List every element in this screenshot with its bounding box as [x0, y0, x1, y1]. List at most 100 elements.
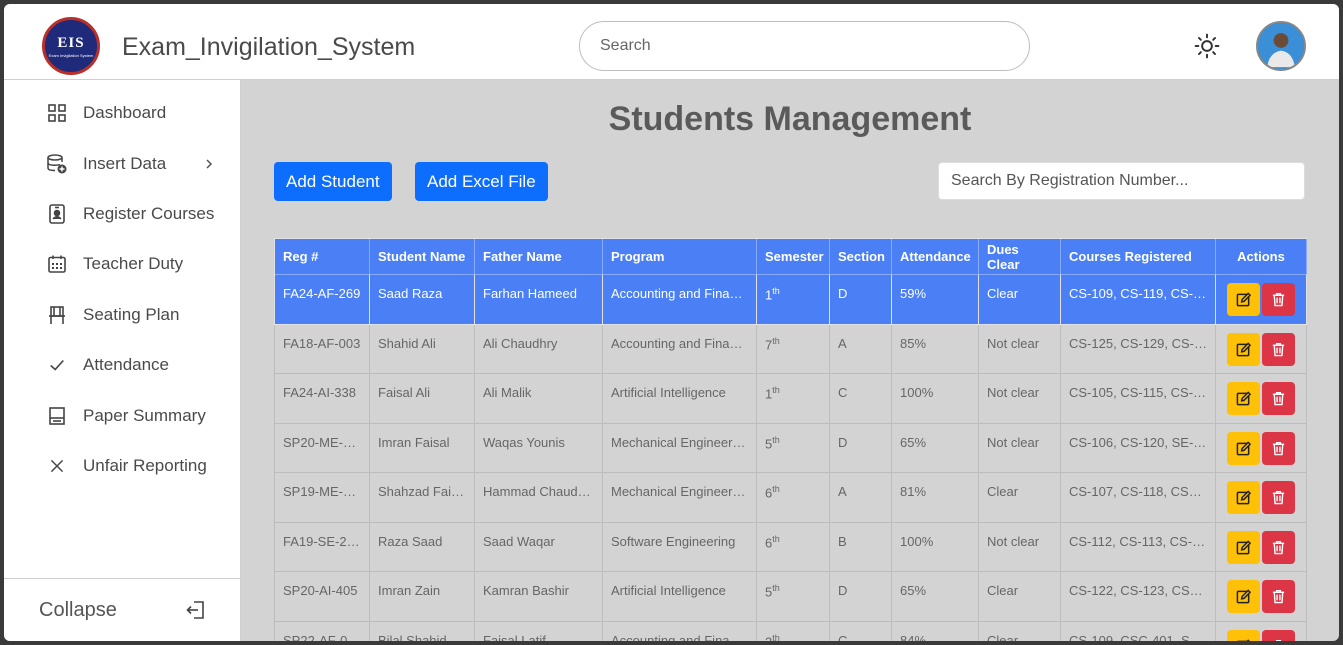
- cell-section: D: [829, 571, 892, 622]
- sidebar-item-insert-data[interactable]: Insert Data: [4, 144, 241, 184]
- calendar-icon: [46, 253, 68, 275]
- global-search-input[interactable]: [579, 21, 1030, 71]
- cell-dues: Clear: [978, 571, 1061, 622]
- cell-actions: [1215, 323, 1307, 374]
- semester-suffix: th: [772, 583, 780, 593]
- cell-section: B: [829, 521, 892, 572]
- sidebar-item-dashboard[interactable]: Dashboard: [4, 93, 241, 133]
- sidebar-item-attendance[interactable]: Attendance: [4, 345, 241, 385]
- sidebar-item-label: Seating Plan: [83, 305, 180, 324]
- trash-icon: [1275, 639, 1282, 641]
- add-student-button[interactable]: Add Student: [274, 162, 392, 201]
- user-avatar[interactable]: [1256, 21, 1306, 71]
- edit-icon: [1236, 539, 1251, 554]
- cell-courses: CS-109, CSC-401, SE-2...: [1060, 620, 1216, 641]
- edit-button[interactable]: [1227, 530, 1260, 564]
- chevron-right-icon: [204, 157, 214, 172]
- delete-button[interactable]: [1262, 431, 1295, 465]
- cell-name: Shahzad Faisal: [369, 472, 475, 523]
- table-row[interactable]: SP20-AI-405 Imran Zain Kamran Bashir Artifi…: [274, 571, 1307, 622]
- cell-program: Mechanical Engineering: [602, 472, 757, 523]
- table-row[interactable]: SP20-ME-122 Imran Faisal Waqas Younis Mecha…: [274, 422, 1307, 473]
- cell-courses: CS-109, CS-119, CS-12...: [1060, 274, 1216, 325]
- cell-attendance: 65%: [891, 422, 979, 473]
- table-row[interactable]: FA19-SE-223 Raza Saad Saad Waqar Software E…: [274, 521, 1307, 572]
- delete-button[interactable]: [1262, 481, 1295, 514]
- trash-icon: [1272, 391, 1285, 406]
- edit-button[interactable]: [1227, 382, 1260, 415]
- cell-program: Artificial Intelligence: [602, 373, 757, 424]
- cell-father: Faisal Latif: [474, 620, 603, 641]
- column-header: Father Name: [474, 238, 603, 275]
- delete-button[interactable]: [1262, 332, 1295, 366]
- sun-icon[interactable]: [1194, 33, 1220, 59]
- cell-reg: SP22-AF-088: [274, 620, 370, 641]
- table-row[interactable]: FA18-AF-003 Shahid Ali Ali Chaudhry Account…: [274, 323, 1307, 374]
- sidebar-item-seating-plan[interactable]: Seating Plan: [4, 295, 241, 335]
- cell-actions: [1215, 571, 1307, 622]
- cell-program: Mechanical Engineering: [602, 422, 757, 473]
- cell-sem: 6th: [756, 472, 830, 523]
- trash-icon: [1272, 342, 1285, 356]
- registration-search-input[interactable]: [938, 162, 1305, 200]
- logo-sub-text: Exam Invigilation System: [48, 52, 94, 58]
- cell-sem: 1th: [756, 274, 830, 325]
- cell-reg: SP19-ME-416: [274, 472, 370, 523]
- sidebar-item-label: Teacher Duty: [83, 254, 184, 273]
- delete-button[interactable]: [1262, 382, 1295, 415]
- page-title: Students Management: [608, 100, 972, 138]
- cell-reg: FA19-SE-223: [274, 521, 370, 572]
- delete-button[interactable]: [1262, 629, 1295, 641]
- edit-icon: [1236, 490, 1251, 505]
- app-title: Exam_Invigilation_System: [122, 33, 416, 61]
- cell-actions: [1215, 620, 1307, 641]
- table-row[interactable]: FA24-AI-338 Faisal Ali Ali Malik Artificial…: [274, 373, 1307, 424]
- edit-button[interactable]: [1227, 283, 1260, 316]
- cell-reg: SP20-AI-405: [274, 571, 370, 622]
- table-row[interactable]: FA24-AF-269 Saad Raza Farhan Hameed Account…: [274, 274, 1307, 325]
- add-excel-file-button[interactable]: Add Excel File: [415, 162, 548, 201]
- cell-dues: Not clear: [978, 323, 1061, 374]
- main-content: Students Management Add Student Add Exce…: [241, 80, 1339, 641]
- edit-icon: [1236, 440, 1251, 455]
- table-row[interactable]: SP22-AF-088 Bilal Shahid Faisal Latif Accou…: [274, 620, 1307, 641]
- edit-button[interactable]: [1227, 332, 1260, 366]
- cell-actions: [1215, 422, 1307, 473]
- edit-button[interactable]: [1227, 431, 1260, 465]
- semester-suffix: th: [772, 385, 780, 395]
- cell-name: Imran Faisal: [369, 422, 475, 473]
- cell-father: Farhan Hameed: [474, 274, 603, 325]
- edit-icon: [1236, 292, 1251, 307]
- app-window: EIS Exam Invigilation System Exam_Invigi…: [4, 4, 1339, 641]
- column-header: Actions: [1215, 238, 1307, 275]
- trash-icon: [1272, 589, 1285, 604]
- delete-button[interactable]: [1262, 580, 1295, 613]
- table-row[interactable]: SP19-ME-416 Shahzad Faisal Hammad Chaudhry…: [274, 472, 1307, 523]
- cell-father: Waqas Younis: [474, 422, 603, 473]
- cell-name: Raza Saad: [369, 521, 475, 572]
- cell-father: Saad Waqar: [474, 521, 603, 572]
- cell-attendance: 100%: [891, 521, 979, 572]
- university-logo[interactable]: EIS Exam Invigilation System: [42, 17, 100, 75]
- cell-section: C: [829, 620, 892, 641]
- cell-section: D: [829, 274, 892, 325]
- cell-reg: FA24-AF-269: [274, 274, 370, 325]
- semester-suffix: th: [772, 335, 780, 346]
- grid-icon: [46, 102, 68, 124]
- sidebar-item-teacher-duty[interactable]: Teacher Duty: [4, 244, 241, 284]
- edit-button[interactable]: [1227, 481, 1260, 514]
- sidebar-item-unfair-reporting[interactable]: Unfair Reporting: [4, 446, 241, 486]
- collapse-label: Collapse: [39, 598, 117, 621]
- collapse-button[interactable]: Collapse: [4, 578, 241, 641]
- cell-attendance: 84%: [891, 620, 979, 641]
- delete-button[interactable]: [1262, 530, 1295, 564]
- sidebar-item-paper-summary[interactable]: Paper Summary: [4, 396, 241, 436]
- cell-program: Accounting and Finance: [602, 274, 757, 325]
- delete-button[interactable]: [1262, 283, 1295, 316]
- cell-name: Bilal Shahid: [369, 620, 475, 641]
- semester-suffix: th: [772, 286, 780, 296]
- sidebar-item-register-courses[interactable]: Register Courses: [4, 194, 241, 234]
- cell-courses: CS-112, CS-113, CS-12...: [1060, 521, 1216, 572]
- edit-button[interactable]: [1227, 629, 1260, 641]
- edit-button[interactable]: [1227, 580, 1260, 613]
